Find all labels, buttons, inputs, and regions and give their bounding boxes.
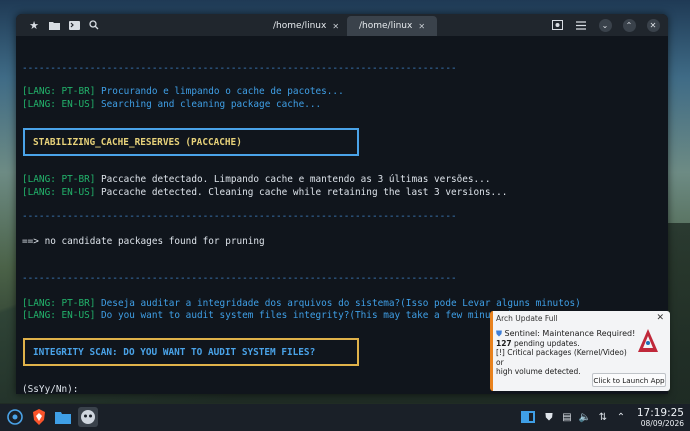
- close-icon[interactable]: ✕: [656, 313, 664, 323]
- notification-popup[interactable]: Arch Update Full ✕ ⛊ Sentinel: Maintenan…: [490, 311, 670, 391]
- close-button[interactable]: ✕: [642, 14, 664, 36]
- output-line: [LANG: EN-US] Paccache detected. Cleanin…: [22, 187, 508, 198]
- separator: ----------------------------------------…: [22, 273, 457, 284]
- clock[interactable]: 17:19:25 08/09/2026: [637, 407, 684, 428]
- network-icon[interactable]: ⇅: [596, 409, 610, 425]
- close-icon: ✕: [646, 18, 660, 32]
- app-launcher-icon[interactable]: [5, 407, 25, 427]
- output-line: [LANG: PT-BR] Procurando e limpando o ca…: [22, 86, 344, 97]
- close-tab-icon[interactable]: ✕: [418, 22, 425, 31]
- tab-label: /home/linux: [272, 21, 327, 31]
- tab-1[interactable]: /home/linux ✕: [256, 16, 356, 36]
- separator: ----------------------------------------…: [22, 211, 457, 222]
- file-manager-icon[interactable]: [53, 407, 73, 427]
- section-banner: INTEGRITY SCAN: DO YOU WANT TO AUDIT SYS…: [23, 338, 359, 366]
- notification-heading: ⛊ Sentinel: Maintenance Required!: [496, 329, 636, 338]
- shield-icon: ⛊: [496, 329, 502, 338]
- tab-label: /home/linux: [358, 21, 413, 31]
- search-icon[interactable]: [84, 14, 104, 36]
- section-banner: STABILIZING_CACHE_RESERVES (PACCACHE): [23, 128, 359, 156]
- arch-sentinel-icon: [638, 329, 658, 352]
- window-switcher-icon[interactable]: [520, 409, 536, 425]
- volume-icon[interactable]: 🔈: [578, 409, 592, 425]
- clock-date: 08/09/2026: [640, 419, 684, 428]
- tab-2-active[interactable]: /home/linux ✕: [347, 16, 437, 36]
- output-line: [LANG: EN-US] Do you want to audit syste…: [22, 310, 514, 321]
- input-prompt[interactable]: (SsYy/Nn):: [22, 384, 78, 394]
- notification-line: [!] Critical packages (Kernel/Video) or: [496, 348, 627, 367]
- menu-icon[interactable]: [570, 14, 592, 36]
- close-tab-icon[interactable]: ✕: [332, 22, 339, 31]
- clipboard-icon[interactable]: ▤: [560, 409, 574, 425]
- maximize-button[interactable]: ⌃: [618, 14, 640, 36]
- chevron-up-icon[interactable]: ⌃: [614, 409, 628, 425]
- output-line: ==> no candidate packages found for prun…: [22, 236, 265, 247]
- taskbar: ⛊ ▤ 🔈 ⇅ ⌃ 17:19:25 08/09/2026: [0, 404, 690, 431]
- separator: ----------------------------------------…: [22, 63, 457, 74]
- titlebar: ★ /home/linux ✕ /home/linux ✕ ⌄ ⌃ ✕: [16, 14, 668, 36]
- output-line: [LANG: EN-US] Searching and cleaning pac…: [22, 99, 322, 110]
- clock-time: 17:19:25: [636, 407, 684, 419]
- pin-icon[interactable]: ★: [24, 14, 44, 36]
- terminal-icon[interactable]: [64, 14, 84, 36]
- brave-browser-icon[interactable]: [29, 407, 49, 427]
- launch-app-button[interactable]: Click to Launch App: [592, 373, 666, 387]
- output-line: [LANG: PT-BR] Deseja auditar a integrida…: [22, 298, 581, 309]
- notification-body: ⛊ Sentinel: Maintenance Required! 127 pe…: [496, 329, 636, 377]
- shield-tray-icon[interactable]: ⛊: [542, 409, 556, 425]
- chevron-up-icon: ⌃: [622, 18, 636, 32]
- notification-app-name: Arch Update Full: [496, 314, 558, 323]
- output-line: [LANG: PT-BR] Paccache detectado. Limpan…: [22, 174, 491, 185]
- notification-line: 127 pending updates.: [496, 338, 580, 348]
- terminal-task-icon[interactable]: [78, 407, 98, 427]
- screenshot-icon[interactable]: [546, 14, 568, 36]
- chevron-down-icon: ⌄: [598, 18, 612, 32]
- folder-icon[interactable]: [44, 14, 64, 36]
- minimize-button[interactable]: ⌄: [594, 14, 616, 36]
